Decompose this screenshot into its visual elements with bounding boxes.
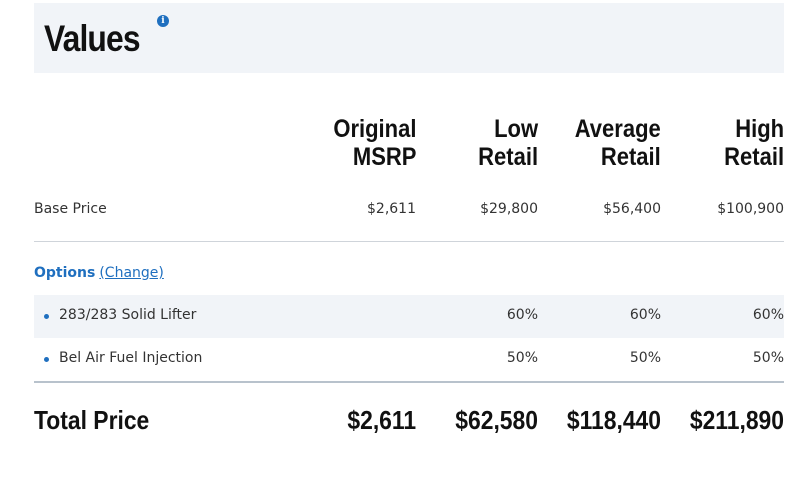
options-title: Options xyxy=(34,265,96,281)
base-price-label: Base Price xyxy=(34,201,107,217)
column-headers: Original MSRP Low Retail Average Retail Hig… xyxy=(34,115,784,175)
total-divider xyxy=(34,381,784,383)
column-header-original-msrp: Original MSRP xyxy=(332,115,416,171)
base-price-low-retail: $29,800 xyxy=(480,201,538,217)
total-price-row: Total Price $2,611 $62,580 $118,440 $211… xyxy=(34,403,784,439)
option-low-retail: 60% xyxy=(506,307,538,323)
option-average-retail: 50% xyxy=(629,350,661,366)
option-row: 283/283 Solid Lifter 60% 60% 60% xyxy=(34,295,784,338)
bullet-icon xyxy=(44,357,49,362)
values-header: Values i xyxy=(34,3,784,73)
base-price-original-msrp: $2,611 xyxy=(367,201,416,217)
info-icon[interactable]: i xyxy=(157,15,169,27)
option-label: 283/283 Solid Lifter xyxy=(59,307,197,323)
base-price-average-retail: $56,400 xyxy=(603,201,661,217)
option-low-retail: 50% xyxy=(506,350,538,366)
option-label: Bel Air Fuel Injection xyxy=(59,350,203,366)
total-average-retail: $118,440 xyxy=(566,405,661,435)
column-header-low-retail: Low Retail xyxy=(478,115,538,171)
total-price-label: Total Price xyxy=(34,405,150,435)
option-high-retail: 50% xyxy=(752,350,784,366)
page-title: Values xyxy=(44,18,141,59)
total-original-msrp: $2,611 xyxy=(347,405,416,435)
column-header-average-retail: Average Retail xyxy=(574,115,661,171)
column-header-high-retail: High Retail xyxy=(724,115,784,171)
total-high-retail: $211,890 xyxy=(689,405,784,435)
option-average-retail: 60% xyxy=(629,307,661,323)
options-heading: Options (Change) xyxy=(34,265,164,281)
option-high-retail: 60% xyxy=(752,307,784,323)
change-options-link[interactable]: (Change) xyxy=(99,265,164,281)
base-price-row: Base Price $2,611 $29,800 $56,400 $100,9… xyxy=(34,201,784,221)
option-row: Bel Air Fuel Injection 50% 50% 50% xyxy=(34,338,784,381)
total-low-retail: $62,580 xyxy=(455,405,538,435)
base-price-high-retail: $100,900 xyxy=(717,201,784,217)
divider xyxy=(34,241,784,242)
values-panel: Values i Original MSRP Low Retail Average R… xyxy=(34,3,784,435)
bullet-icon xyxy=(44,314,49,319)
